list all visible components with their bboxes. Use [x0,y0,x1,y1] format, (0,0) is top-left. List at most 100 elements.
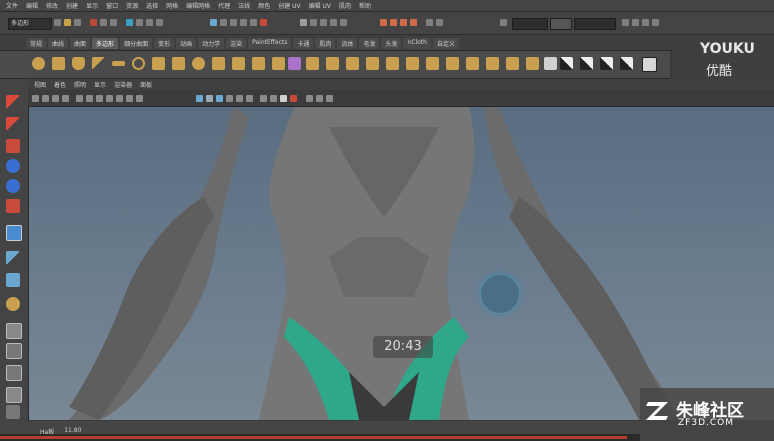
shelf-tab-polygons[interactable]: 多边形 [92,38,119,49]
snap-grid-icon[interactable] [126,19,133,26]
show-manipulator-icon[interactable] [6,273,20,287]
poly-helix-icon[interactable] [212,57,225,70]
history-icon[interactable] [210,19,217,26]
toggle-tool-settings-icon[interactable] [632,19,639,26]
camera-attributes-icon[interactable] [32,95,39,102]
panel-menu-show[interactable]: 显示 [94,80,106,89]
shelf-tab-surfaces[interactable]: 曲面 [70,38,91,49]
lasso-tool-icon[interactable] [6,117,20,131]
menu-help[interactable]: 帮助 [359,1,371,10]
shelf-tab-animation[interactable]: 动画 [176,38,197,49]
smooth-shade-icon[interactable] [206,95,213,102]
shelf-tab-fluids[interactable]: 流体 [337,38,358,49]
planar-mapping-icon[interactable] [642,57,657,72]
perspective-viewport[interactable]: 20:43 [29,107,774,420]
shelf-tab-general[interactable]: 常规 [26,38,47,49]
panel-menu-view[interactable]: 视图 [34,80,46,89]
bridge-icon[interactable] [580,57,593,70]
gate-mask-icon[interactable] [106,95,113,102]
poly-pyramid-icon[interactable] [172,57,185,70]
resolution-gate-icon[interactable] [96,95,103,102]
universal-manipulator-icon[interactable] [6,225,22,241]
extract-icon[interactable] [306,57,319,70]
single-perspective-layout-icon[interactable] [6,323,22,339]
screen-space-ao-icon[interactable] [316,95,323,102]
menu-mesh[interactable]: 网格 [166,1,178,10]
input-line-icon[interactable] [500,19,507,26]
shelf-tab-hair[interactable]: 头发 [381,38,402,49]
merge-icon[interactable] [600,57,613,70]
shelf-tab-dynamics[interactable]: 动力学 [198,38,225,49]
toggle-outliner-icon[interactable] [652,19,659,26]
poly-plane-icon[interactable] [112,61,125,66]
menu-select[interactable]: 选择 [146,1,158,10]
menu-color[interactable]: 颜色 [258,1,270,10]
poly-prism-icon[interactable] [152,57,165,70]
four-view-layout-icon[interactable] [6,343,22,359]
snap-point-icon[interactable] [146,19,153,26]
shadows-icon[interactable] [246,95,253,102]
render-settings-icon[interactable] [250,19,257,26]
offset-edge-loop-icon[interactable] [526,57,539,70]
poly-torus-icon[interactable] [132,57,145,70]
persp-outliner-layout-icon[interactable] [6,365,22,381]
snap-curve-icon[interactable] [136,19,143,26]
high-quality-icon[interactable] [306,95,313,102]
select-edge-icon[interactable] [320,19,327,26]
menu-edit-uv[interactable]: 编辑 UV [309,1,331,10]
shelf-tab-ncloth[interactable]: nCloth [403,38,431,49]
poly-platonic-icon[interactable] [252,57,265,70]
uv-editor-icon[interactable] [620,57,633,70]
menu-create-uv[interactable]: 创建 UV [278,1,300,10]
magnet-snap-icon[interactable] [380,19,387,26]
live-surface-icon[interactable] [426,19,433,26]
construction-history-icon[interactable] [220,19,227,26]
grid-icon[interactable] [76,95,83,102]
render-view-icon[interactable] [436,19,443,26]
film-gate-icon[interactable] [86,95,93,102]
poly-cylinder-icon[interactable] [72,57,85,70]
select-face-icon[interactable] [330,19,337,26]
magnet-view-icon[interactable] [410,19,417,26]
shelf-tab-curves[interactable]: 曲线 [48,38,69,49]
panel-menu-lighting[interactable]: 照明 [74,80,86,89]
wireframe-on-shaded-icon[interactable] [216,95,223,102]
image-plane-icon[interactable] [52,95,59,102]
xray-joints-icon[interactable] [270,95,277,102]
render-icon[interactable] [230,19,237,26]
poly-soccer-ball-icon[interactable] [232,57,245,70]
isolate-select-icon[interactable] [290,95,297,102]
select-vertex-icon[interactable] [310,19,317,26]
select-component-icon[interactable] [110,19,117,26]
ipr-render-icon[interactable] [240,19,247,26]
boolean-union-icon[interactable] [326,57,339,70]
reduce-icon[interactable] [426,57,439,70]
move-tool-icon[interactable] [6,159,20,173]
persp-graph-layout-icon[interactable] [6,387,22,403]
input-field-1[interactable] [512,18,548,30]
soft-mod-tool-icon[interactable] [6,251,20,265]
shelf-tab-painteffects[interactable]: PaintEffects [248,38,292,49]
safe-title-icon[interactable] [136,95,143,102]
video-progress-bar[interactable] [0,434,640,441]
select-by-component-icon[interactable] [300,19,307,26]
new-scene-icon[interactable] [54,19,61,26]
menu-file[interactable]: 文件 [6,1,18,10]
menu-modify[interactable]: 修改 [46,1,58,10]
boolean-intersection-icon[interactable] [366,57,379,70]
magnet-point-icon[interactable] [400,19,407,26]
separate-icon[interactable] [288,57,301,70]
poly-sphere-icon[interactable] [32,57,45,70]
boolean-difference-icon[interactable] [346,57,359,70]
wireframe-icon[interactable] [196,95,203,102]
menu-create[interactable]: 创建 [66,1,78,10]
menu-edit-mesh[interactable]: 编辑网格 [186,1,210,10]
open-scene-icon[interactable] [64,19,71,26]
append-polygon-icon[interactable] [466,57,479,70]
menu-proxy[interactable]: 代理 [218,1,230,10]
panel-menu-shading[interactable]: 着色 [54,80,66,89]
bevel-icon[interactable] [560,57,573,70]
use-all-lights-icon[interactable] [236,95,243,102]
extrude-icon[interactable] [544,57,557,70]
panel-menu-panels[interactable]: 面板 [140,80,152,89]
